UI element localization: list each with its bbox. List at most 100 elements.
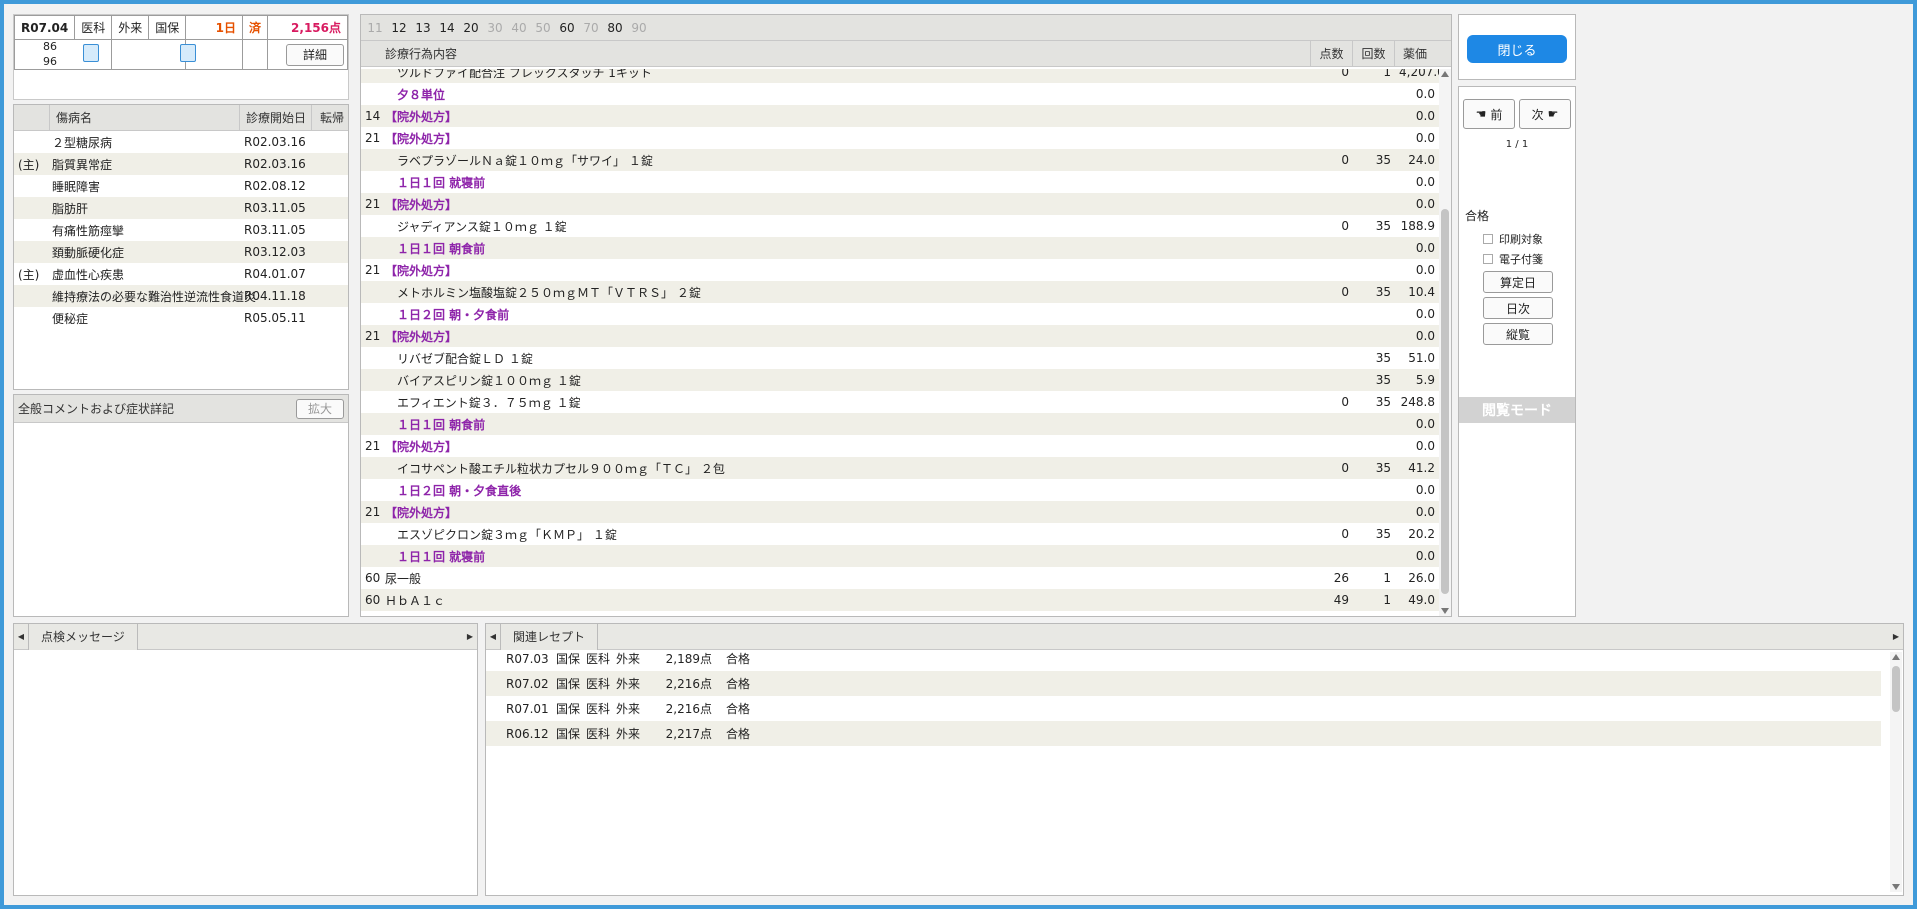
disease-row[interactable]: ２型糖尿病 R02.03.16 [14, 131, 348, 153]
treatment-row[interactable]: 60末梢血液一般検査21121.0 [361, 611, 1439, 616]
tab-left-arrow-icon[interactable]: ◀ [486, 632, 500, 641]
treatment-content: １日１回 朝食前 [381, 237, 1311, 259]
treatment-row[interactable]: 21 【院外処方】 0.0 [361, 435, 1439, 457]
disease-row[interactable]: 有痛性筋痙攣 R03.11.05 [14, 219, 348, 241]
tab-right-arrow-icon[interactable]: ▶ [463, 632, 477, 641]
scroll-up-icon[interactable] [1892, 654, 1900, 660]
treatment-row[interactable]: １日１回 就寝前 0.0 [361, 171, 1439, 193]
receipt-row[interactable]: R07.02 国保 医科 外来 2,216点 合格 [486, 671, 1881, 696]
empty-cell [241, 39, 269, 70]
treatment-row[interactable]: 21 【院外処方】 0.0 [361, 501, 1439, 523]
app-frame: R07.04 医科 外来 国保 1日 済 2,156点 86 96 詳細 傷病名… [4, 4, 1913, 905]
treatment-row[interactable]: 夕８単位 0.0 [361, 83, 1439, 105]
treatment-row[interactable]: 21 【院外処方】 0.0 [361, 193, 1439, 215]
prev-button[interactable]: ☚ 前 [1463, 99, 1515, 129]
disease-row[interactable]: (主) 脂質異常症 R02.03.16 [14, 153, 348, 175]
scroll-down-icon[interactable] [1892, 884, 1900, 890]
treatment-row[interactable]: リバゼブ配合錠ＬＤ １錠 35 51.0 [361, 347, 1439, 369]
electronic-row[interactable]: 電子付箋 [1483, 251, 1543, 267]
vertical-button[interactable]: 縦覧 [1483, 323, 1553, 345]
status: 済 [241, 15, 269, 40]
treatment-row[interactable]: エフィエント錠３．７５ｍｇ １錠 0 35 248.8 [361, 391, 1439, 413]
treatment-row[interactable]: 21 【院外処方】 0.0 [361, 325, 1439, 347]
close-button[interactable]: 閉じる [1467, 35, 1567, 63]
scroll-down-icon[interactable] [1441, 608, 1449, 614]
tab-check-messages[interactable]: 点検メッセージ [28, 623, 138, 650]
day-tab-13[interactable]: 13 [411, 21, 435, 35]
disease-row[interactable]: 維持療法の必要な難治性逆流性食道炎 R04.11.18 [14, 285, 348, 307]
disease-row[interactable]: 睡眠障害 R02.08.12 [14, 175, 348, 197]
treatment-row[interactable]: メトホルミン塩酸塩錠２５０ｍｇＭＴ「ＶＴＲＳ」 ２錠 0 35 10.4 [361, 281, 1439, 303]
print-target-row[interactable]: 印刷対象 [1483, 231, 1543, 247]
day-tab-80[interactable]: 80 [603, 21, 627, 35]
receipt-row[interactable]: R06.12 国保 医科 外来 2,217点 合格 [486, 721, 1881, 746]
tab-related-receipts[interactable]: 関連レセプト [500, 623, 599, 650]
treatment-row[interactable]: ジャディアンス錠１０ｍｇ １錠 0 35 188.9 [361, 215, 1439, 237]
treatment-row[interactable]: １日２回 朝・夕食前 0.0 [361, 303, 1439, 325]
treatment-row[interactable]: ツルドファイ配合注 フレックスタッチ 1キット014,207.0 [361, 69, 1439, 83]
daily-button[interactable]: 日次 [1483, 297, 1553, 319]
next-button[interactable]: 次 ☛ [1519, 99, 1571, 129]
treatment-points [1311, 105, 1353, 127]
treatment-points [1311, 127, 1353, 149]
day-tab-20[interactable]: 20 [459, 21, 483, 35]
calc-day-button[interactable]: 算定日 [1483, 271, 1553, 293]
tab-right-arrow-icon[interactable]: ▶ [1889, 632, 1903, 641]
treatment-row[interactable]: １日１回 朝食前 0.0 [361, 413, 1439, 435]
receipt-filler [754, 646, 1881, 671]
print-target-checkbox[interactable] [1483, 234, 1493, 244]
disease-row[interactable]: 頚動脈硬化症 R03.12.03 [14, 241, 348, 263]
disease-row[interactable]: (主) 虚血性心疾患 R04.01.07 [14, 263, 348, 285]
disease-row[interactable]: 便秘症 R05.05.11 [14, 307, 348, 329]
treatment-row[interactable]: 21 【院外処方】 0.0 [361, 259, 1439, 281]
treatment-content: エフィエント錠３．７５ｍｇ １錠 [397, 395, 581, 410]
prev-label: 前 [1490, 107, 1503, 122]
treatment-row[interactable]: エスゾピクロン錠３ｍｇ「ＫＭＰ」 １錠 0 35 20.2 [361, 523, 1439, 545]
treatment-scrollbar[interactable] [1439, 69, 1451, 616]
scroll-up-icon[interactable] [1441, 71, 1449, 77]
disease-outcome [312, 285, 348, 307]
disease-name: 睡眠障害 [52, 179, 101, 194]
treatment-count [1353, 479, 1395, 501]
disease-row[interactable]: 脂肪肝 R03.11.05 [14, 197, 348, 219]
treatment-row[interactable]: イコサペント酸エチル粒状カプセル９００ｍｇ「ＴＣ」 ２包 0 35 41.2 [361, 457, 1439, 479]
receipts-scrollbar[interactable] [1890, 652, 1902, 892]
disease-name: 維持療法の必要な難治性逆流性食道炎 [50, 285, 256, 307]
treatment-row[interactable]: １日２回 朝・夕食直後 0.0 [361, 479, 1439, 501]
day-tab-60[interactable]: 60 [555, 21, 579, 35]
treatment-content: 【院外処方】 [385, 263, 458, 278]
treatment-points: 0 [1311, 69, 1353, 83]
next-label: 次 [1531, 107, 1544, 122]
treatment-row[interactable]: １日１回 朝食前 0.0 [361, 237, 1439, 259]
receipt-row[interactable]: R07.01 国保 医科 外来 2,216点 合格 [486, 696, 1881, 721]
count-header: 回数 [1353, 41, 1395, 66]
document-icon[interactable] [83, 44, 99, 62]
treatment-row[interactable]: 60 尿一般 26 1 26.0 [361, 567, 1439, 589]
treatment-row[interactable]: １日１回 就寝前 0.0 [361, 545, 1439, 567]
treatment-row[interactable]: 60 ＨｂＡ１ｃ 49 1 49.0 [361, 589, 1439, 611]
document-icon[interactable] [180, 44, 197, 62]
treatment-row[interactable]: 21 【院外処方】 0.0 [361, 127, 1439, 149]
treatment-count [1353, 545, 1395, 567]
treatment-code [361, 171, 381, 193]
treatment-row[interactable]: 14 【院外処方】 0.0 [361, 105, 1439, 127]
treatment-count: 35 [1375, 219, 1391, 233]
detail-button[interactable]: 詳細 [286, 43, 344, 66]
day-tab-11: 11 [367, 20, 383, 35]
electronic-checkbox[interactable] [1483, 254, 1493, 264]
treatment-price: 0.0 [1395, 501, 1439, 523]
code1: 86 [43, 40, 57, 53]
treatment-price: 0.0 [1415, 87, 1435, 101]
receipt-row[interactable]: R07.03 国保 医科 外来 2,189点 合格 [486, 646, 1881, 671]
treatment-code [361, 391, 381, 413]
disease-start-date: R03.12.03 [240, 241, 312, 263]
tab-left-arrow-icon[interactable]: ◀ [14, 632, 28, 641]
treatment-count [1353, 127, 1395, 149]
treatment-row[interactable]: ラベプラゾールＮａ錠１０ｍｇ「サワイ」 １錠 0 35 24.0 [361, 149, 1439, 171]
day-tab-14[interactable]: 14 [435, 21, 459, 35]
scroll-thumb[interactable] [1892, 666, 1900, 712]
scroll-thumb[interactable] [1441, 209, 1449, 594]
treatment-row[interactable]: バイアスピリン錠１００ｍｇ １錠 35 5.9 [361, 369, 1439, 391]
day-tab-12[interactable]: 12 [387, 21, 411, 35]
expand-button[interactable]: 拡大 [296, 398, 344, 419]
